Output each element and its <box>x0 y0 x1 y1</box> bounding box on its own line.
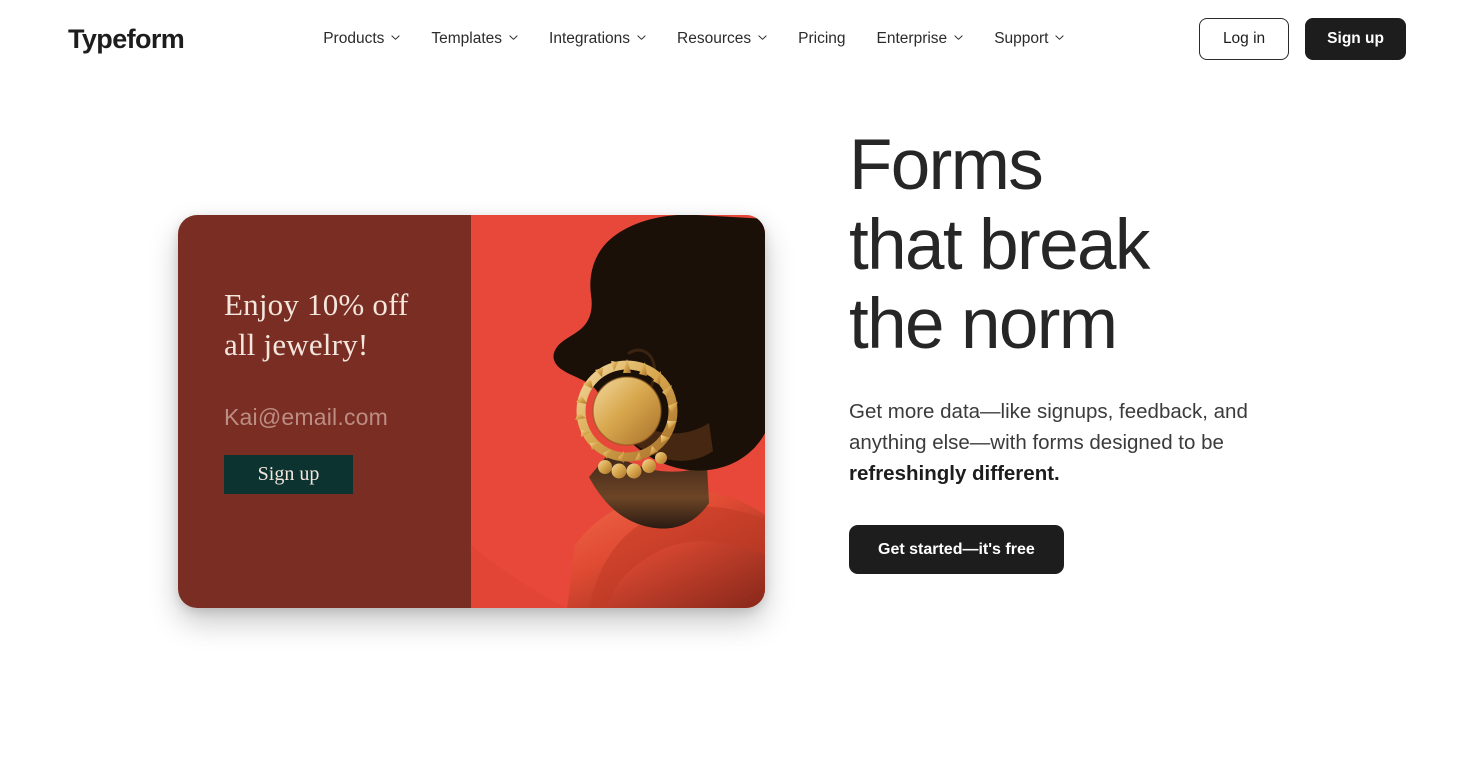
nav-item-pricing[interactable]: Pricing <box>798 31 845 47</box>
chevron-down-icon <box>954 33 963 42</box>
nav-label: Support <box>994 30 1049 48</box>
form-card-heading-line1: Enjoy 10% off <box>224 287 409 322</box>
hero-copy: Forms that break the norm Get more data—… <box>849 126 1369 575</box>
sign-up-button[interactable]: Sign up <box>1305 18 1406 60</box>
subcopy-bold-text: refreshingly different. <box>849 462 1060 486</box>
nav-label: Integrations <box>549 30 631 48</box>
form-card-heading: Enjoy 10% off all jewelry! <box>224 285 471 364</box>
nav-item-resources[interactable]: Resources <box>677 31 767 47</box>
hero-section: Enjoy 10% off all jewelry! Kai@email.com… <box>0 78 1462 779</box>
auth-actions: Log in Sign up <box>1198 18 1406 60</box>
form-card-heading-line2: all jewelry! <box>224 326 369 362</box>
nav-item-enterprise[interactable]: Enterprise <box>877 31 964 47</box>
headline-line-1: Forms <box>849 126 1044 205</box>
hero-subcopy: Get more data—like signups, feedback, an… <box>849 396 1319 490</box>
main-navigation: Products Templates Integrations Resource… <box>323 30 1065 48</box>
email-input-placeholder[interactable]: Kai@email.com <box>224 406 471 429</box>
portrait-silhouette-image <box>471 215 765 608</box>
nav-label: Pricing <box>798 30 846 48</box>
nav-item-templates[interactable]: Templates <box>431 31 518 47</box>
form-card-photo <box>471 215 765 608</box>
nav-label: Resources <box>677 30 752 48</box>
chevron-down-icon <box>509 33 518 42</box>
form-preview-card[interactable]: Enjoy 10% off all jewelry! Kai@email.com… <box>178 215 765 608</box>
chevron-down-icon <box>637 33 646 42</box>
nav-label: Products <box>323 30 385 48</box>
log-in-button[interactable]: Log in <box>1198 18 1290 60</box>
nav-item-integrations[interactable]: Integrations <box>549 31 646 47</box>
form-card-submit-button[interactable]: Sign up <box>224 455 353 495</box>
nav-item-support[interactable]: Support <box>994 30 1065 48</box>
headline-line-2: that break <box>849 205 1150 285</box>
chevron-down-icon <box>391 33 400 42</box>
site-header: Typeform Products Templates Integrations… <box>0 0 1462 78</box>
chevron-down-icon <box>1055 33 1065 42</box>
chevron-down-icon <box>758 33 767 42</box>
nav-label: Enterprise <box>876 30 948 48</box>
nav-label: Templates <box>431 30 503 48</box>
get-started-button[interactable]: Get started—it's free <box>849 524 1064 575</box>
headline-line-3: the norm <box>849 285 1118 365</box>
page-title: Forms that break the norm <box>849 126 1369 365</box>
subcopy-plain-text: Get more data—like signups, feedback, an… <box>849 399 1248 454</box>
form-card-left-panel: Enjoy 10% off all jewelry! Kai@email.com… <box>178 215 471 608</box>
nav-item-products[interactable]: Products <box>323 31 400 47</box>
typeform-logo[interactable]: Typeform <box>68 25 185 53</box>
